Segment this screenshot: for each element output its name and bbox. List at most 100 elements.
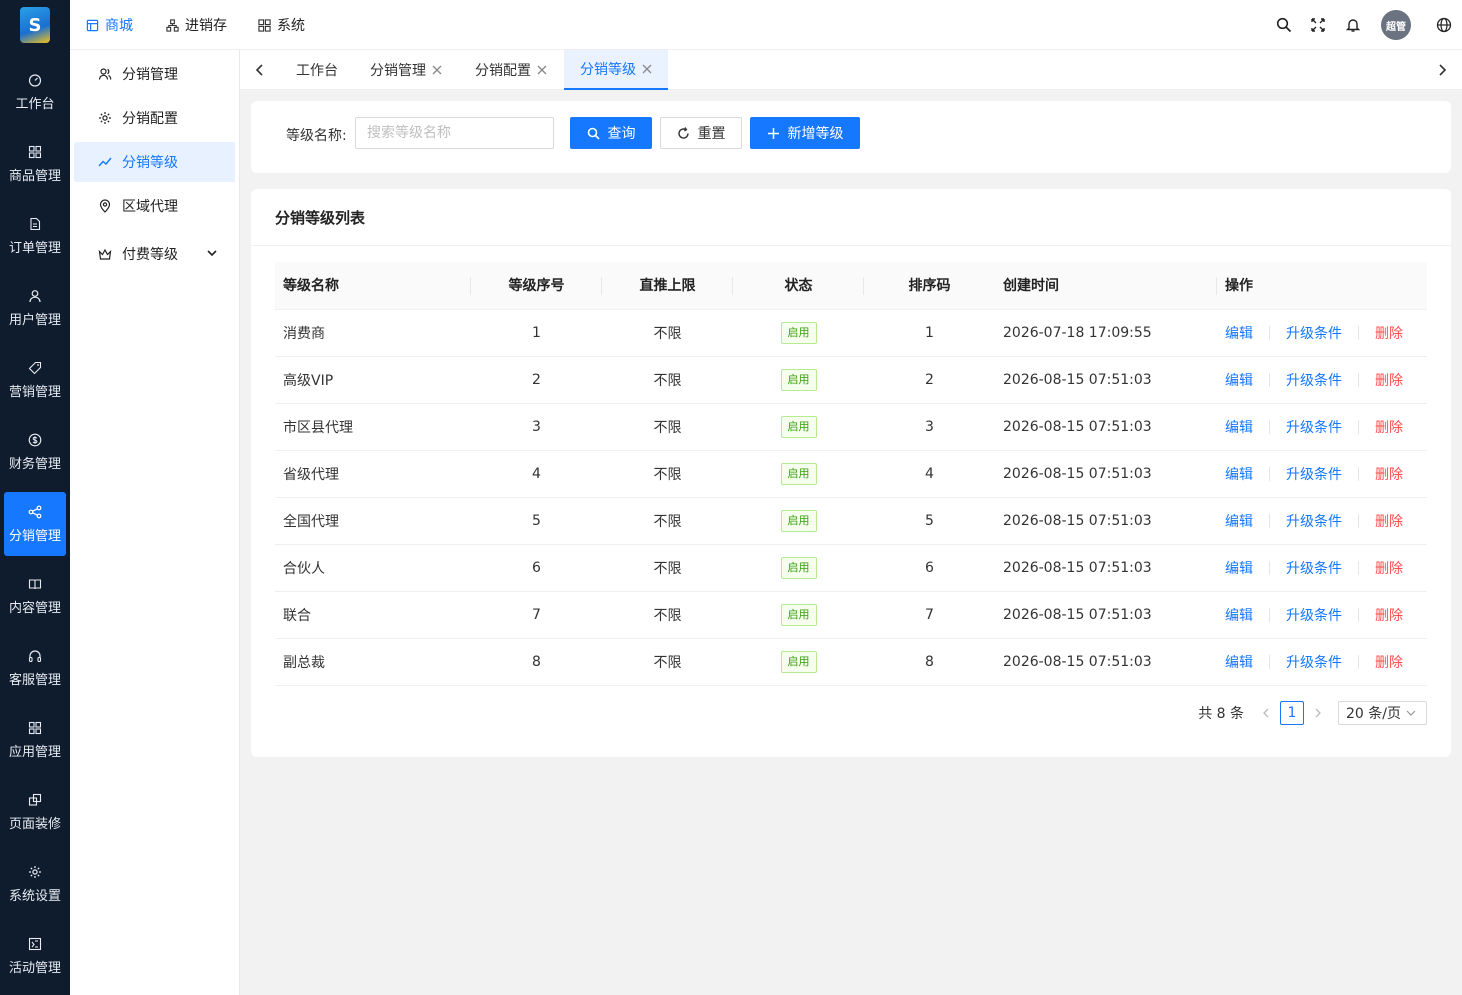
upgrade-conditions-link[interactable]: 升级条件 — [1286, 511, 1342, 531]
delete-link[interactable]: 删除 — [1375, 652, 1403, 672]
upgrade-conditions-link[interactable]: 升级条件 — [1286, 323, 1342, 343]
rail-item[interactable]: 订单管理 — [4, 204, 66, 268]
rail-item[interactable]: 应用管理 — [4, 708, 66, 772]
tabs-scroll-right-icon[interactable] — [1435, 63, 1449, 77]
user-group-icon — [98, 68, 112, 80]
tabs-scroll-left-icon[interactable] — [253, 63, 267, 77]
rail-item[interactable]: 营销管理 — [4, 348, 66, 412]
edit-link[interactable]: 编辑 — [1225, 652, 1253, 672]
level-number-cell: 6 — [471, 544, 602, 592]
divider — [251, 245, 1451, 246]
delete-link[interactable]: 删除 — [1375, 511, 1403, 531]
topnav-system[interactable]: 系统 — [258, 0, 305, 50]
sidebar-item[interactable]: 区域代理 — [74, 186, 235, 226]
tab-label: 分销等级 — [580, 62, 636, 78]
upgrade-conditions-link[interactable]: 升级条件 — [1286, 558, 1342, 578]
level-name-cell: 高级VIP — [275, 356, 471, 404]
avatar[interactable]: 超管 — [1381, 10, 1411, 40]
edit-link[interactable]: 编辑 — [1225, 511, 1253, 531]
delete-link[interactable]: 删除 — [1375, 464, 1403, 484]
upgrade-conditions-link[interactable]: 升级条件 — [1286, 652, 1342, 672]
status-badge: 启用 — [780, 603, 817, 626]
dollar-icon — [28, 433, 42, 446]
edit-link[interactable]: 编辑 — [1225, 370, 1253, 390]
upgrade-conditions-link[interactable]: 升级条件 — [1286, 605, 1342, 625]
status-badge: 启用 — [780, 556, 817, 579]
fullscreen-icon[interactable] — [1310, 17, 1326, 33]
rail-item-label: 活动管理 — [8, 960, 61, 976]
query-button[interactable]: 查询 — [570, 117, 652, 149]
edit-link[interactable]: 编辑 — [1225, 464, 1253, 484]
sidebar-item[interactable]: 分销管理 — [74, 54, 235, 94]
actions-cell: 编辑 升级条件 删除 — [1217, 544, 1427, 592]
rail-item[interactable]: 客服管理 — [4, 636, 66, 700]
level-table: 等级名称 等级序号 直推上限 状态 排序码 创建时间 操作 消费商 1 不限 启用 1 2… — [275, 262, 1427, 686]
next-page-icon[interactable] — [1312, 707, 1324, 719]
sidebar-item[interactable]: 分销等级 — [74, 142, 235, 182]
row-actions: 编辑 升级条件 删除 — [1217, 511, 1427, 531]
tag-icon — [28, 361, 42, 374]
reset-button[interactable]: 重置 — [660, 117, 742, 149]
rail-item[interactable]: 用户管理 — [4, 276, 66, 340]
rail-item[interactable]: 系统设置 — [4, 852, 66, 916]
tab-distribution-manage[interactable]: 分销管理 — [370, 50, 442, 90]
store-icon — [86, 19, 99, 31]
bell-icon[interactable] — [1345, 17, 1361, 33]
edit-link[interactable]: 编辑 — [1225, 417, 1253, 437]
level-name-label: 等级名称: — [286, 128, 347, 144]
sidebar-item[interactable]: 分销配置 — [74, 98, 235, 138]
edit-link[interactable]: 编辑 — [1225, 558, 1253, 578]
edit-link[interactable]: 编辑 — [1225, 323, 1253, 343]
rail-item[interactable]: 内容管理 — [4, 564, 66, 628]
status-badge: 启用 — [780, 368, 817, 391]
prev-page-icon[interactable] — [1260, 707, 1272, 719]
upgrade-conditions-link[interactable]: 升级条件 — [1286, 464, 1342, 484]
rail-item[interactable]: 页面装修 — [4, 780, 66, 844]
edit-link[interactable]: 编辑 — [1225, 605, 1253, 625]
close-icon[interactable] — [537, 65, 547, 75]
rail-item[interactable]: 工作台 — [4, 60, 66, 124]
delete-link[interactable]: 删除 — [1375, 605, 1403, 625]
upgrade-conditions-link[interactable]: 升级条件 — [1286, 370, 1342, 390]
delete-link[interactable]: 删除 — [1375, 558, 1403, 578]
rail-item-label: 内容管理 — [8, 600, 61, 616]
sort-code-cell: 8 — [864, 638, 995, 686]
pagination: 共 8 条 1 20 条/页 — [1198, 701, 1427, 725]
tab-distribution-config[interactable]: 分销配置 — [475, 50, 547, 90]
upgrade-conditions-link[interactable]: 升级条件 — [1286, 417, 1342, 437]
rail-item[interactable]: 分销管理 — [4, 492, 66, 556]
headset-icon — [28, 649, 42, 662]
close-icon[interactable] — [432, 65, 442, 75]
page-number[interactable]: 1 — [1280, 701, 1304, 725]
add-level-button[interactable]: 新增等级 — [750, 117, 860, 149]
row-actions: 编辑 升级条件 删除 — [1217, 417, 1427, 437]
tab-workbench[interactable]: 工作台 — [296, 50, 338, 90]
sort-code-cell: 3 — [864, 403, 995, 451]
page-size-select[interactable]: 20 条/页 — [1338, 701, 1427, 725]
search-icon[interactable] — [1276, 17, 1292, 33]
rail-item[interactable]: 活动管理 — [4, 924, 66, 988]
sidebar-item[interactable]: 付费等级 — [74, 234, 235, 274]
actions-cell: 编辑 升级条件 删除 — [1217, 309, 1427, 357]
tab-distribution-level[interactable]: 分销等级 — [564, 50, 668, 90]
close-icon[interactable] — [642, 64, 652, 74]
level-number-cell: 7 — [471, 591, 602, 639]
rail-item[interactable]: 商品管理 — [4, 132, 66, 196]
actions-cell: 编辑 升级条件 删除 — [1217, 497, 1427, 545]
topnav-inventory[interactable]: 进销存 — [166, 0, 227, 50]
level-list-panel: 分销等级列表 等级名称 等级序号 直推上限 状态 排序码 创建时间 操作 消费商… — [251, 189, 1451, 757]
brand-logo[interactable]: S — [0, 0, 70, 50]
level-name-input[interactable] — [355, 117, 554, 149]
delete-link[interactable]: 删除 — [1375, 417, 1403, 437]
topnav-store[interactable]: 商城 — [86, 0, 133, 50]
add-level-button-label: 新增等级 — [787, 126, 844, 142]
tab-label: 分销配置 — [475, 63, 531, 79]
rail-item[interactable]: 财务管理 — [4, 420, 66, 484]
table-row: 省级代理 4 不限 启用 4 2026-08-15 07:51:03 编辑 升级条件 删除 — [275, 450, 1427, 498]
created-time-cell: 2026-08-15 07:51:03 — [995, 544, 1217, 592]
status-badge: 启用 — [780, 415, 817, 438]
delete-link[interactable]: 删除 — [1375, 370, 1403, 390]
delete-link[interactable]: 删除 — [1375, 323, 1403, 343]
direct-limit-cell: 不限 — [602, 356, 733, 404]
globe-icon[interactable] — [1436, 17, 1452, 33]
